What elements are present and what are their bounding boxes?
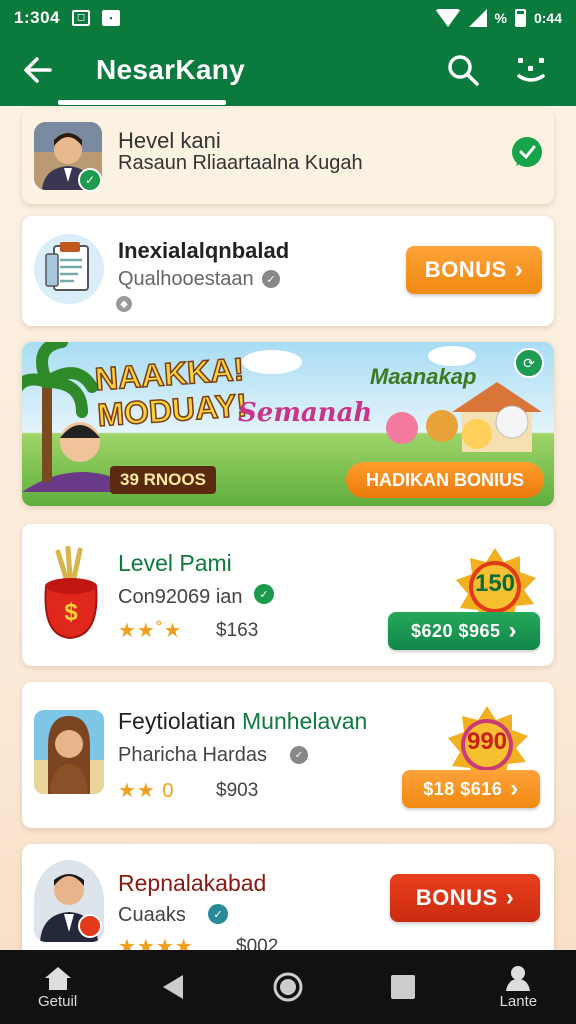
rating-stars: ★★ 0 [118,780,175,802]
promo-banner[interactable]: NAAKKA! MODUAY! Semanah 39 RNOOS Maanaka… [22,342,554,506]
app-notification-icon: ▪ [101,10,120,26]
record-badge-icon [78,914,102,938]
verified-icon: ✓ [262,270,280,288]
money-bag-icon: $ [36,546,106,642]
search-icon[interactable] [440,47,486,93]
price-button-label: $18 $616 [423,778,503,799]
battery-icon [514,9,526,27]
signal-icon [468,9,487,27]
offer-card[interactable]: Inexialalqnbalad Qualhooestaan ✓ ◆ BONUS… [22,216,554,326]
home-circle-icon [273,972,303,1002]
status-time: 1:304 [14,8,60,27]
online-badge-icon: ✓ [78,168,102,192]
nav-back[interactable] [128,973,218,1001]
verified-icon: ✓ [254,584,274,604]
status-bar: 1:304 ◻ ▪ % 0:44 [0,0,576,36]
rating-stars: ★★˚★ [118,620,183,642]
top-bar: 1:304 ◻ ▪ % 0:44 NesarKany [0,0,576,106]
message-card[interactable]: ✓ Hevel kani Rasaun Rliaartaalna Kugah [22,108,554,204]
profile-icon [506,965,531,991]
nav-profile-label: Lante [499,992,538,1010]
recents-square-icon [391,975,416,999]
chevron-right-icon: › [510,775,519,802]
notification-icon: ◻ [71,10,90,26]
banner-bonus-button[interactable]: HADIKAN BONIUS [346,462,544,498]
verified-icon: ✓ [290,746,308,764]
chevron-right-icon: › [514,256,524,283]
list-item[interactable]: Feytiolatian Munhelavan Pharicha Hardas … [22,682,554,828]
more-menu-icon[interactable] [508,47,554,93]
chat-icon[interactable] [510,136,544,170]
home-icon [44,966,71,990]
message-title: Hevel kani [118,128,221,153]
nav-recents[interactable] [358,974,448,1000]
document-icon [34,234,104,304]
avatar [34,710,104,794]
badge-number: 990 [466,728,508,755]
item-subtitle: Con92069 ian [118,586,243,608]
back-triangle-icon [162,975,183,999]
list-item[interactable]: $ Level Pami Con92069 ian ✓ ★★˚★ $163 15… [22,524,554,666]
item-title: Level Pami [118,550,232,576]
price-button[interactable]: $620 $965 › [388,612,540,650]
app-title: NesarKany [96,54,246,85]
price-button-label: $620 $965 [410,620,501,641]
item-subtitle: Cuaaks [118,904,186,926]
back-arrow-icon[interactable] [8,42,68,98]
info-icon: ◆ [116,296,132,312]
chevron-right-icon: › [508,617,518,644]
nav-home-label: Getuil [38,992,78,1010]
offer-title: Inexialalqnbalad [118,238,290,263]
refresh-icon[interactable]: ⟳ [514,348,544,378]
bonus-button-label: BONUS [415,885,498,910]
svg-text:$: $ [64,599,78,626]
message-text: Rasaun Rliaartaalna Kugah [118,152,363,174]
nav-profile[interactable]: Lante [473,965,563,1010]
wifi-icon [434,9,461,27]
status-clock-right: 0:44 [533,10,562,26]
bottom-nav-bar: Getuil Lante [0,950,576,1024]
banner-right-text: Maanakap [370,364,477,389]
item-subtitle: Pharicha Hardas [118,744,267,766]
banner-script: Semanah [238,398,373,428]
item-price: $903 [216,780,259,801]
price-button[interactable]: $18 $616 › [402,770,540,808]
tab-indicator [58,100,226,105]
item-title: Feytiolatian Munhelavan [118,708,367,735]
banner-title: NAAKKA! MODUAY! [93,350,249,434]
item-title-accent: Munhelavan [242,708,368,734]
nav-home[interactable]: Getuil [13,965,103,1010]
bonus-button[interactable]: BONUS › [406,246,542,294]
offer-subtitle: Qualhooestaan [118,268,254,290]
nav-home-circle[interactable] [243,971,333,1003]
verified-icon: ✓ [208,904,228,924]
bonus-button[interactable]: BONUS › [390,874,540,922]
app-bar: NesarKany [0,40,576,100]
item-title-main: Feytiolatian [118,708,236,734]
badge-number: 150 [474,570,516,597]
banner-tag: 39 RNOOS [110,466,216,494]
battery-percent: % [494,10,507,26]
chevron-right-icon: › [505,884,515,911]
item-price: $163 [216,620,259,641]
bonus-button-label: BONUS [424,257,507,282]
item-title: Repnalakabad [118,870,267,896]
